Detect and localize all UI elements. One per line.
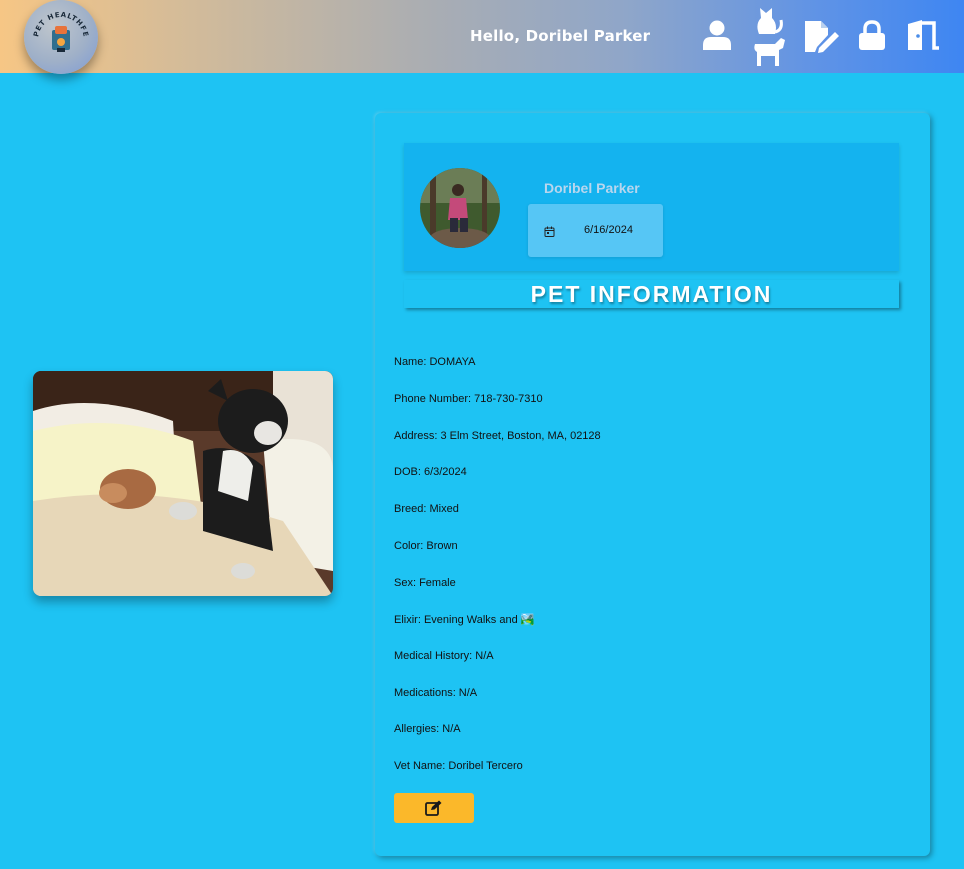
calendar-icon: [544, 224, 555, 242]
owner-avatar: [420, 168, 500, 248]
pet-field-color: Color: Brown: [394, 540, 458, 552]
pet-field-medications: Medications: N/A: [394, 687, 478, 699]
greeting-text: Hello, Doribel Parker: [470, 27, 651, 45]
pet-field-medical-history: Medical History: N/A: [394, 650, 494, 662]
pet-field-address: Address: 3 Elm Street, Boston, MA, 02128: [394, 430, 601, 442]
section-title: PET INFORMATION: [404, 280, 899, 308]
pet-field-breed: Breed: Mixed: [394, 503, 459, 515]
edit-document-icon[interactable]: [803, 19, 841, 58]
lock-icon[interactable]: [858, 20, 886, 56]
pet-field-dob: DOB: 6/3/2024: [394, 466, 467, 478]
logo-graphic: PET HEALTHFETCH: [24, 0, 89, 52]
pet-healthfetch-logo[interactable]: PET HEALTHFETCH: [24, 0, 98, 74]
pet-field-sex: Sex: Female: [394, 577, 456, 589]
owner-profile-box: Doribel Parker 6/16/2024: [404, 143, 899, 271]
date-box: 6/16/2024: [528, 204, 663, 257]
edit-icon: [425, 800, 442, 816]
edit-pet-button[interactable]: [394, 793, 474, 823]
owner-name: Doribel Parker: [544, 180, 640, 196]
pet-field-allergies: Allergies: N/A: [394, 723, 461, 735]
pet-photo: [33, 371, 333, 596]
pet-info-card: Doribel Parker 6/16/2024 PET INFORMATION…: [375, 113, 930, 856]
pet-field-vet-name: Vet Name: Doribel Tercero: [394, 760, 523, 772]
user-icon[interactable]: [702, 19, 732, 56]
pet-field-phone: Phone Number: 718-730-7310: [394, 393, 543, 405]
pet-field-name: Name: DOMAYA: [394, 356, 476, 368]
pet-field-elixir: Elixir: Evening Walks and 🏞️: [394, 614, 535, 626]
profile-date: 6/16/2024: [584, 224, 633, 236]
pets-icon[interactable]: [749, 4, 787, 73]
logout-door-icon[interactable]: [906, 20, 941, 56]
top-header: PET HEALTHFETCH Hello, Doribel Parker: [0, 0, 964, 74]
